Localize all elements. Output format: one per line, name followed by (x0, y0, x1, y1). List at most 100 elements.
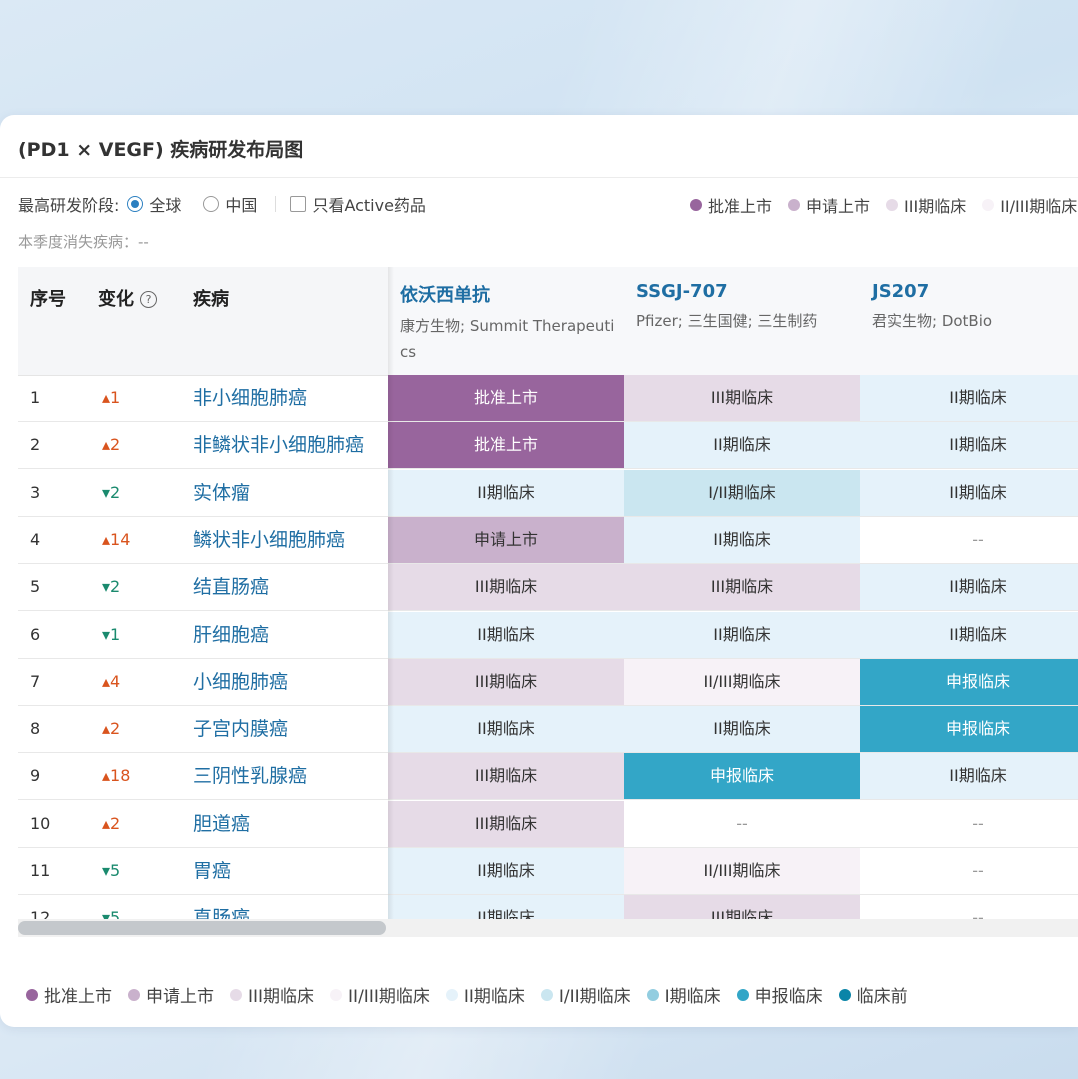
disease-link[interactable]: 直肠癌 (193, 895, 383, 919)
disease-link[interactable]: 胃癌 (193, 848, 383, 894)
stage-cell[interactable]: 批准上市 (388, 422, 624, 469)
stage-cell[interactable]: III期临床 (388, 564, 624, 611)
table-row: 7 ▴4 小细胞肺癌 III期临床 II/III期临床 申报临床 (18, 658, 1078, 706)
drug-header[interactable]: JS207 君实生物; DotBio (872, 281, 1078, 334)
stage-cell[interactable]: II/III期临床 (624, 658, 860, 705)
legend-bottom-item[interactable]: III期临床 (230, 982, 314, 1007)
disease-link[interactable]: 非小细胞肺癌 (193, 375, 383, 421)
legend-bottom-item[interactable]: II/III期临床 (330, 982, 430, 1007)
radio-china[interactable] (203, 196, 220, 212)
drug-name[interactable]: 依沃西单抗 (400, 281, 622, 307)
stage-cell[interactable]: II/III期临床 (624, 848, 860, 894)
legend-bottom-item[interactable]: 临床前 (838, 982, 908, 1007)
stage-cell[interactable]: -- (624, 800, 860, 847)
legend-bottom-item[interactable]: 申请上市 (128, 982, 214, 1007)
stage-cell[interactable]: -- (860, 800, 1078, 847)
legend-bottom-item[interactable]: 申报临床 (736, 982, 823, 1007)
stage-cell[interactable]: II期临床 (860, 611, 1078, 658)
legend-top-item[interactable]: 申请上市 (788, 193, 870, 217)
active-only-label[interactable]: 只看Active药品 (312, 192, 426, 216)
stage-cell[interactable]: II期临床 (388, 848, 624, 894)
stage-cell[interactable]: II期临床 (860, 564, 1078, 611)
disease-link[interactable]: 三阴性乳腺癌 (193, 753, 383, 799)
disease-link[interactable]: 结直肠癌 (193, 564, 383, 610)
filter-separator (275, 196, 277, 212)
stage-cell[interactable]: II期临床 (624, 422, 860, 469)
title-divider (0, 177, 1078, 178)
legend-top-item[interactable]: II/III期临床 (982, 193, 1077, 217)
stage-cell[interactable]: I/II期临床 (624, 469, 860, 516)
table-row: 9 ▴18 三阴性乳腺癌 III期临床 申报临床 II期临床 (18, 753, 1078, 801)
disease-link[interactable]: 小细胞肺癌 (193, 659, 383, 705)
disease-table: 序号 变化? 疾病 依沃西单抗 康方生物; Summit Therapeutics… (18, 267, 1078, 919)
drug-header[interactable]: SSGJ-707 Pfizer; 三生国健; 三生制药 (636, 281, 858, 334)
stage-cell[interactable]: -- (860, 895, 1078, 919)
change-indicator: ▾2 (102, 482, 121, 502)
legend-dot-icon (690, 199, 702, 211)
radio-global-label[interactable]: 全球 (149, 192, 181, 216)
stage-cell[interactable]: II期临床 (388, 706, 624, 753)
legend-dot-icon (445, 988, 458, 1001)
disease-link[interactable]: 实体瘤 (193, 470, 383, 516)
table-row: 11 ▾5 胃癌 II期临床 II/III期临床 -- (18, 848, 1078, 895)
stage-cell[interactable]: II期临床 (860, 753, 1078, 800)
disease-link[interactable]: 胆道癌 (193, 801, 383, 847)
table-row: 4 ▴14 鳞状非小细胞肺癌 申请上市 II期临床 -- (18, 516, 1078, 564)
stage-cell[interactable]: 申报临床 (860, 706, 1078, 753)
legend-top: 批准上市 申请上市 III期临床 II/III期临床 (690, 193, 1078, 217)
legend-dot-icon (230, 988, 242, 1001)
row-index: 3 (30, 482, 41, 502)
stage-cell[interactable]: II期临床 (860, 469, 1078, 516)
stage-cell[interactable]: II期临床 (624, 611, 860, 658)
legend-top-label: II/III期临床 (1000, 197, 1078, 216)
stage-cell[interactable]: II期临床 (860, 422, 1078, 469)
stage-cell[interactable]: -- (860, 516, 1078, 563)
table-row: 3 ▾2 实体瘤 II期临床 I/II期临床 II期临床 (18, 469, 1078, 517)
stage-cell[interactable]: III期临床 (388, 753, 624, 800)
legend-bottom-item[interactable]: II期临床 (445, 982, 525, 1007)
stage-cell[interactable]: III期临床 (624, 375, 860, 421)
legend-bottom-item[interactable]: I/II期临床 (540, 982, 631, 1007)
change-indicator: ▴2 (102, 719, 121, 739)
legend-bottom-item[interactable]: I期临床 (646, 982, 721, 1007)
disease-link[interactable]: 非鳞状非小细胞肺癌 (193, 422, 383, 468)
stage-cell[interactable]: -- (860, 848, 1078, 894)
horizontal-scrollbar[interactable] (18, 919, 1078, 937)
legend-top-item[interactable]: III期临床 (886, 193, 966, 217)
drug-name[interactable]: JS207 (872, 281, 1078, 302)
legend-dot-icon (540, 988, 553, 1001)
stage-cell[interactable]: III期临床 (388, 658, 624, 705)
drug-name[interactable]: SSGJ-707 (636, 281, 858, 302)
legend-bottom-label: III期临床 (248, 987, 315, 1007)
disease-link[interactable]: 子宫内膜癌 (193, 706, 383, 752)
stage-cell[interactable]: II期临床 (388, 611, 624, 658)
legend-bottom-label: II期临床 (463, 987, 525, 1007)
legend-bottom-item[interactable]: 批准上市 (26, 982, 112, 1007)
drug-header[interactable]: 依沃西单抗 康方生物; Summit Therapeutics (400, 281, 622, 365)
stage-cell[interactable]: II期临床 (624, 516, 860, 563)
stage-cell[interactable]: III期临床 (624, 895, 860, 919)
help-icon[interactable]: ? (140, 291, 157, 308)
stage-cell[interactable]: 申报临床 (860, 658, 1078, 705)
scrollbar-thumb[interactable] (18, 921, 386, 935)
active-only-checkbox[interactable] (290, 196, 307, 212)
disease-link[interactable]: 肝细胞癌 (193, 612, 383, 658)
stage-cell[interactable]: 申请上市 (388, 516, 624, 563)
legend-top-item[interactable]: 批准上市 (690, 193, 772, 217)
radio-china-label[interactable]: 中国 (225, 192, 257, 216)
stage-cell[interactable]: 批准上市 (388, 375, 624, 421)
stage-cell[interactable]: 申报临床 (624, 753, 860, 800)
radio-global[interactable] (127, 196, 144, 212)
stage-cell[interactable]: III期临床 (624, 564, 860, 611)
disease-link[interactable]: 鳞状非小细胞肺癌 (193, 517, 383, 563)
stage-cell[interactable]: II期临床 (388, 895, 624, 919)
stage-cell[interactable]: III期临床 (388, 800, 624, 847)
stage-cell[interactable]: II期临床 (624, 706, 860, 753)
table-row: 2 ▴2 非鳞状非小细胞肺癌 批准上市 II期临床 II期临床 (18, 422, 1078, 470)
table-row: 5 ▾2 结直肠癌 III期临床 III期临床 II期临床 (18, 564, 1078, 612)
stage-cell[interactable]: II期临床 (860, 375, 1078, 421)
stage-cell[interactable]: II期临床 (388, 469, 624, 516)
table-row: 10 ▴2 胆道癌 III期临床 -- -- (18, 800, 1078, 848)
table-header-drugs: 依沃西单抗 康方生物; Summit Therapeutics SSGJ-707 Pf… (388, 267, 1078, 376)
row-index: 4 (30, 529, 41, 549)
